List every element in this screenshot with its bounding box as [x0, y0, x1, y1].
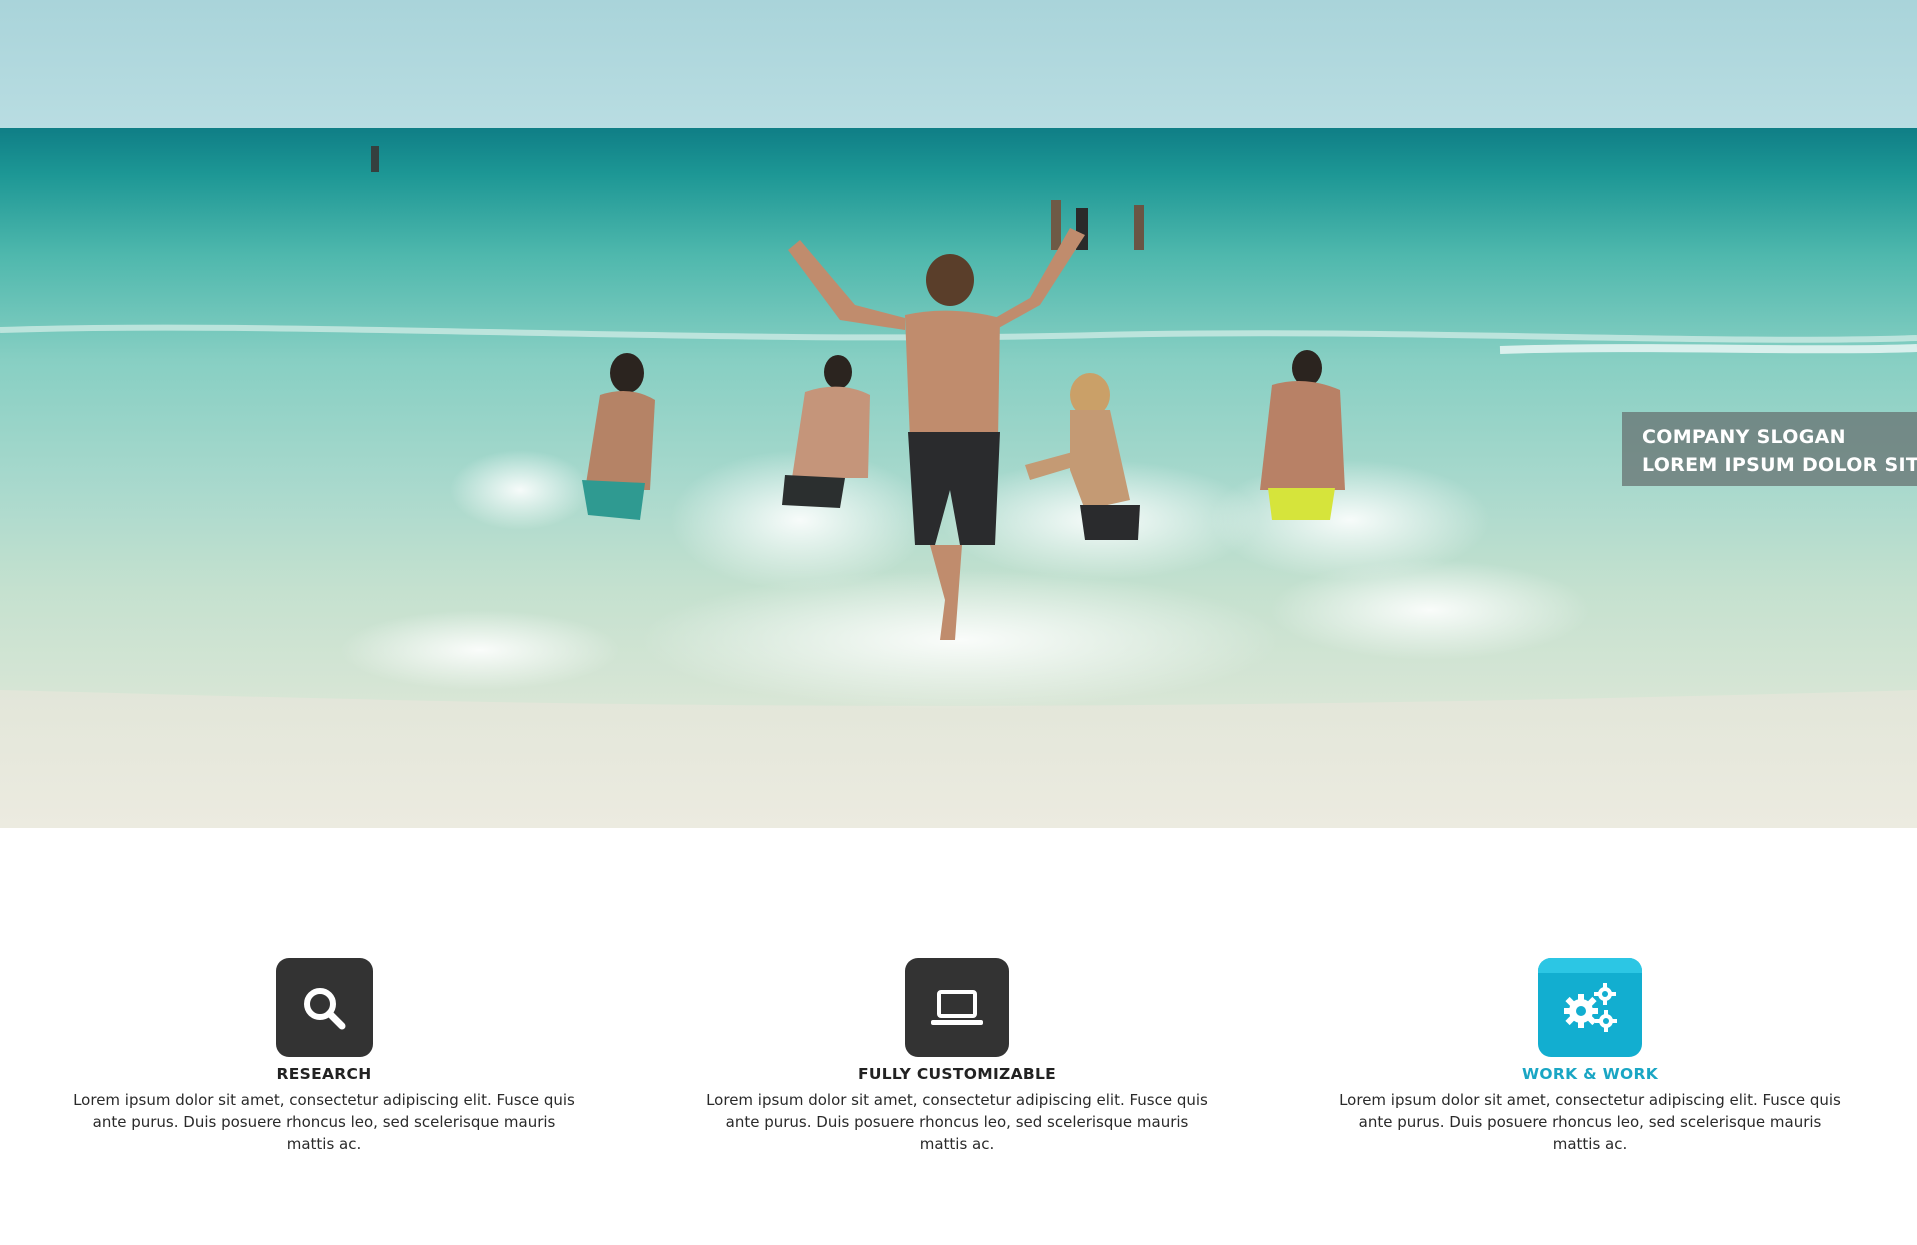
feature-customizable: FULLY CUSTOMIZABLE Lorem ipsum dolor sit… [697, 958, 1217, 1155]
customizable-icon-box[interactable] [905, 958, 1009, 1057]
feature-text-customizable: Lorem ipsum dolor sit amet, consectetur … [706, 1091, 1208, 1153]
research-icon-box[interactable] [275, 958, 373, 1057]
features-section: RESEARCH Lorem ipsum dolor sit amet, con… [0, 828, 1917, 1245]
slogan-line-2: LOREM IPSUM DOLOR SIT [1642, 454, 1917, 476]
company-slogan: COMPANY SLOGAN LOREM IPSUM DOLOR SIT [1622, 412, 1917, 486]
hero-banner: COMPANY SLOGAN LOREM IPSUM DOLOR SIT [0, 0, 1917, 828]
search-icon [304, 987, 346, 1029]
laptop-icon [931, 989, 983, 1025]
feature-text-work: Lorem ipsum dolor sit amet, consectetur … [1339, 1091, 1841, 1153]
feature-title-customizable: FULLY CUSTOMIZABLE [857, 1065, 1057, 1083]
feature-title-research: RESEARCH [276, 1065, 372, 1083]
slogan-line-1: COMPANY SLOGAN [1642, 426, 1846, 448]
feature-work: WORK & WORK Lorem ipsum dolor sit amet, … [1330, 958, 1850, 1155]
feature-text-research: Lorem ipsum dolor sit amet, consectetur … [73, 1091, 575, 1153]
work-icon-box[interactable] [1538, 958, 1642, 1057]
feature-title-work: WORK & WORK [1521, 1065, 1659, 1083]
gears-icon [1564, 982, 1617, 1032]
feature-research: RESEARCH Lorem ipsum dolor sit amet, con… [64, 958, 584, 1155]
